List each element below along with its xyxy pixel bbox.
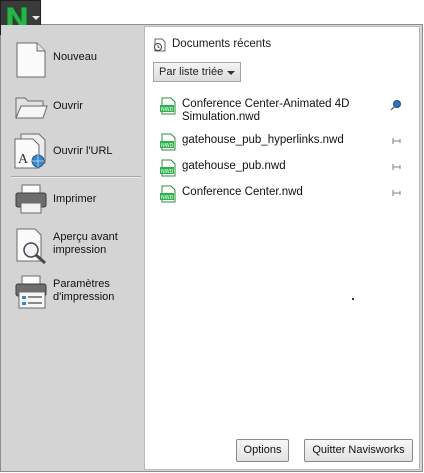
menu-item-label: Nouveau: [53, 51, 98, 63]
print-preview-icon: [16, 228, 46, 264]
blank-document-icon: [16, 42, 46, 78]
nwd-file-icon: NWD: [160, 185, 176, 203]
recent-file-name: gatehouse_pub_hyperlinks.nwd: [182, 134, 344, 146]
svg-text:NWD: NWD: [161, 195, 174, 201]
open-folder-icon: [15, 97, 48, 119]
recent-file-item[interactable]: NWD gatehouse_pub_hyperlinks.nwd: [159, 133, 413, 151]
recent-file-name: gatehouse_pub.nwd: [182, 160, 286, 172]
menu-item-print[interactable]: Imprimer: [1, 177, 142, 221]
menu-item-print-preview[interactable]: Aperçu avant impression: [1, 224, 142, 268]
recent-file-item[interactable]: NWD Conference Center-Animated 4D Simula…: [159, 97, 413, 125]
chevron-down-icon: [227, 71, 235, 75]
stray-dot: [352, 298, 354, 300]
recent-file-item[interactable]: NWD gatehouse_pub.nwd: [159, 159, 413, 177]
menu-item-open[interactable]: Ouvrir: [1, 84, 142, 128]
quit-navisworks-button[interactable]: Quitter Navisworks: [304, 439, 413, 462]
nwd-file-icon: NWD: [160, 97, 176, 115]
svg-text:A: A: [18, 152, 29, 167]
print-settings-icon: [15, 275, 47, 309]
menu-item-label: Ouvrir l'URL: [53, 145, 113, 157]
svg-text:NWD: NWD: [161, 107, 174, 113]
svg-text:NWD: NWD: [161, 169, 174, 175]
menu-item-label: Imprimer: [53, 193, 97, 205]
menu-item-open-url[interactable]: A Ouvrir l'URL: [1, 129, 142, 173]
printer-icon: [15, 184, 47, 214]
recent-file-name: Conference Center-Animated 4D Simulation…: [182, 98, 350, 123]
sort-dropdown[interactable]: Par liste triée: [153, 62, 241, 82]
pin-icon[interactable]: [389, 161, 403, 173]
open-url-icon: A: [14, 133, 46, 169]
menu-item-label: Aperçu avant impression: [53, 231, 118, 256]
menu-commands: Nouveau Ouvrir A Ouvrir l'URL Imprimer A…: [1, 25, 142, 471]
svg-text:NWD: NWD: [161, 143, 174, 149]
recent-file-item[interactable]: NWD Conference Center.nwd: [159, 185, 413, 203]
nwd-file-icon: NWD: [160, 133, 176, 151]
recent-file-name: Conference Center.nwd: [182, 186, 303, 198]
pin-icon[interactable]: [389, 135, 403, 147]
menu-item-print-settings[interactable]: Paramètres d'impression: [1, 270, 142, 314]
menu-item-label: Paramètres d'impression: [53, 278, 115, 303]
pin-icon[interactable]: [389, 187, 403, 199]
sort-dropdown-value: Par liste triée: [159, 66, 224, 78]
menu-item-label: Ouvrir: [53, 100, 83, 112]
nwd-file-icon: NWD: [160, 159, 176, 177]
options-button[interactable]: Options: [236, 439, 289, 462]
recent-documents-title: Documents récents: [172, 38, 272, 50]
recent-documents-pane: Documents récents Par liste triée NWD Co…: [144, 26, 420, 470]
recent-documents-icon: [154, 38, 166, 52]
chevron-down-icon: [32, 16, 40, 20]
menu-item-new[interactable]: Nouveau: [1, 38, 142, 82]
pin-pinned-icon[interactable]: [389, 99, 403, 111]
